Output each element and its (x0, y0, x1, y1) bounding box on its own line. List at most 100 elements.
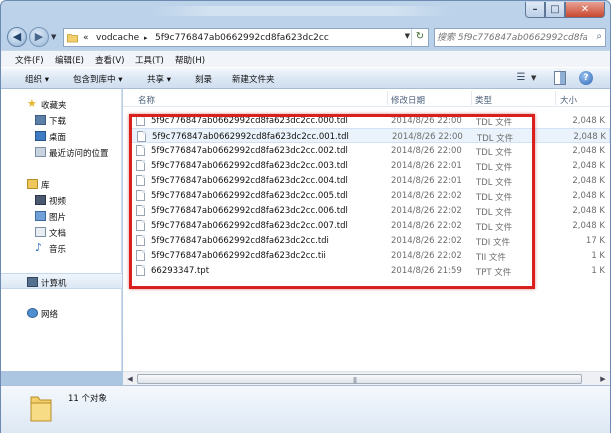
recent-pages-dropdown[interactable]: ▼ (51, 33, 56, 41)
address-bar[interactable]: « vodcache ▸ 5f9c776847ab0662992cd8fa623… (63, 28, 429, 47)
arrow-right-icon: ▶ (34, 30, 44, 43)
view-options-icon[interactable]: ☰ (514, 71, 528, 85)
file-row[interactable]: 5f9c776847ab0662992cd8fa623dc2cc.006.tdl… (131, 203, 610, 218)
libraries-icon (27, 179, 38, 189)
nav-pictures[interactable]: 图片 (1, 208, 122, 224)
column-divider[interactable] (555, 91, 556, 105)
column-size[interactable]: 大小 (560, 94, 577, 106)
minimize-button[interactable]: – (525, 2, 545, 18)
file-size: 2,048 K (572, 206, 605, 216)
file-name: 5f9c776847ab0662992cd8fa623dc2cc.002.tdl (151, 146, 348, 156)
back-button[interactable]: ◀ (7, 27, 27, 47)
file-row[interactable]: 5f9c776847ab0662992cd8fa623dc2cc.004.tdl… (131, 173, 610, 188)
column-type[interactable]: 类型 (475, 94, 492, 106)
folder-icon (67, 34, 78, 43)
file-size: 1 K (591, 251, 605, 261)
file-size: 2,048 K (573, 132, 606, 142)
burn-button[interactable]: 刻录 (195, 73, 212, 85)
file-icon (136, 190, 145, 201)
breadcrumb-vodcache[interactable]: vodcache (96, 33, 139, 43)
grip-icon: ||| (353, 377, 357, 384)
file-row[interactable]: 5f9c776847ab0662992cd8fa623dc2cc.000.tdl… (131, 113, 610, 128)
scrollbar-thumb[interactable]: ||| (137, 374, 582, 384)
breadcrumb-overflow[interactable]: « (83, 33, 89, 43)
file-row[interactable]: 5f9c776847ab0662992cd8fa623dc2cc.tdi 201… (131, 233, 610, 248)
file-name: 5f9c776847ab0662992cd8fa623dc2cc.003.tdl (151, 161, 348, 171)
file-name: 66293347.tpt (151, 266, 210, 276)
share-button[interactable]: 共享 ▾ (147, 73, 171, 85)
close-button[interactable]: ✕ (565, 2, 605, 18)
nav-documents[interactable]: 文档 (1, 224, 122, 240)
nav-downloads[interactable]: 下载 (1, 112, 122, 128)
view-dropdown-icon[interactable]: ▼ (531, 71, 536, 85)
nav-music-label: 音乐 (49, 245, 67, 255)
nav-libraries-label: 库 (41, 181, 50, 191)
file-row[interactable]: 5f9c776847ab0662992cd8fa623dc2cc.007.tdl… (131, 218, 610, 233)
file-row[interactable]: 5f9c776847ab0662992cd8fa623dc2cc.005.tdl… (131, 188, 610, 203)
file-row[interactable]: 66293347.tpt 2014/8/26 21:59 TPT 文件 1 K (131, 263, 610, 278)
nav-recent-places[interactable]: 最近访问的位置 (1, 144, 122, 160)
file-size: 2,048 K (572, 191, 605, 201)
column-name[interactable]: 名称 (138, 94, 155, 106)
search-box[interactable]: ⌕ (434, 28, 606, 47)
organize-button[interactable]: 组织 ▾ (25, 73, 49, 85)
file-size: 2,048 K (572, 176, 605, 186)
file-name: 5f9c776847ab0662992cd8fa623dc2cc.001.tdl (152, 132, 349, 142)
menu-edit[interactable]: 编辑(E) (55, 54, 84, 66)
search-icon[interactable]: ⌕ (596, 31, 602, 42)
maximize-button[interactable]: □ (545, 2, 565, 18)
file-icon (136, 115, 145, 126)
refresh-icon[interactable]: ↻ (411, 29, 428, 46)
column-divider[interactable] (471, 91, 472, 105)
nav-music[interactable]: ♪ 音乐 (1, 240, 122, 256)
include-in-library-button[interactable]: 包含到库中 ▾ (73, 73, 122, 85)
column-divider[interactable] (387, 91, 388, 105)
file-row[interactable]: 5f9c776847ab0662992cd8fa623dc2cc.003.tdl… (131, 158, 610, 173)
scroll-right-icon[interactable]: ▶ (596, 373, 610, 385)
file-row[interactable]: 5f9c776847ab0662992cd8fa623dc2cc.tii 201… (131, 248, 610, 263)
file-date: 2014/8/26 22:02 (391, 206, 462, 216)
horizontal-scrollbar[interactable]: ◀ ||| ▶ (123, 371, 610, 385)
nav-desktop[interactable]: 桌面 (1, 128, 122, 144)
nav-pictures-label: 图片 (49, 213, 67, 223)
file-icon (136, 250, 145, 261)
address-dropdown-icon[interactable]: ▼ (405, 32, 410, 40)
file-icon (136, 205, 145, 216)
file-date: 2014/8/26 22:02 (391, 221, 462, 231)
downloads-folder-icon (35, 115, 46, 125)
file-icon (136, 175, 145, 186)
menu-view[interactable]: 查看(V) (95, 54, 124, 66)
nav-computer[interactable]: 计算机 (1, 273, 122, 289)
breadcrumb-current-folder[interactable]: 5f9c776847ab0662992cd8fa623dc2cc (155, 33, 329, 43)
menu-bar: 文件(F) 编辑(E) 查看(V) 工具(T) 帮助(H) (1, 50, 610, 67)
nav-favorites-label: 收藏夹 (41, 101, 67, 111)
menu-file[interactable]: 文件(F) (15, 54, 44, 66)
file-date: 2014/8/26 21:59 (391, 266, 462, 276)
file-date: 2014/8/26 22:00 (392, 132, 463, 142)
breadcrumb-separator[interactable]: ▸ (144, 34, 148, 42)
file-name: 5f9c776847ab0662992cd8fa623dc2cc.006.tdl (151, 206, 348, 216)
arrow-left-icon: ◀ (12, 30, 22, 43)
nav-network[interactable]: 网络 (1, 305, 122, 321)
file-row[interactable]: 5f9c776847ab0662992cd8fa623dc2cc.001.tdl… (131, 128, 610, 144)
file-date: 2014/8/26 22:01 (391, 161, 462, 171)
nav-libraries[interactable]: 库 (1, 176, 122, 192)
file-date: 2014/8/26 22:02 (391, 191, 462, 201)
scroll-left-icon[interactable]: ◀ (123, 373, 137, 385)
menu-tools[interactable]: 工具(T) (135, 54, 164, 66)
star-icon: ★ (27, 97, 37, 110)
file-row[interactable]: 5f9c776847ab0662992cd8fa623dc2cc.002.tdl… (131, 143, 610, 158)
search-input[interactable] (437, 30, 587, 45)
nav-favorites[interactable]: ★ 收藏夹 (1, 96, 122, 112)
file-list: 名称 修改日期 类型 大小 5f9c776847ab0662992cd8fa62… (123, 89, 610, 371)
new-folder-button[interactable]: 新建文件夹 (232, 73, 275, 85)
command-bar: 组织 ▾ 包含到库中 ▾ 共享 ▾ 刻录 新建文件夹 ☰ ▼ ? (1, 67, 610, 89)
file-name: 5f9c776847ab0662992cd8fa623dc2cc.004.tdl (151, 176, 348, 186)
nav-videos[interactable]: 视频 (1, 192, 122, 208)
forward-button[interactable]: ▶ (29, 27, 49, 47)
column-date-modified[interactable]: 修改日期 (391, 94, 425, 106)
menu-help[interactable]: 帮助(H) (175, 54, 205, 66)
title-bar[interactable]: – □ ✕ (1, 1, 610, 23)
help-icon[interactable]: ? (579, 71, 593, 85)
preview-pane-icon[interactable] (554, 71, 566, 85)
